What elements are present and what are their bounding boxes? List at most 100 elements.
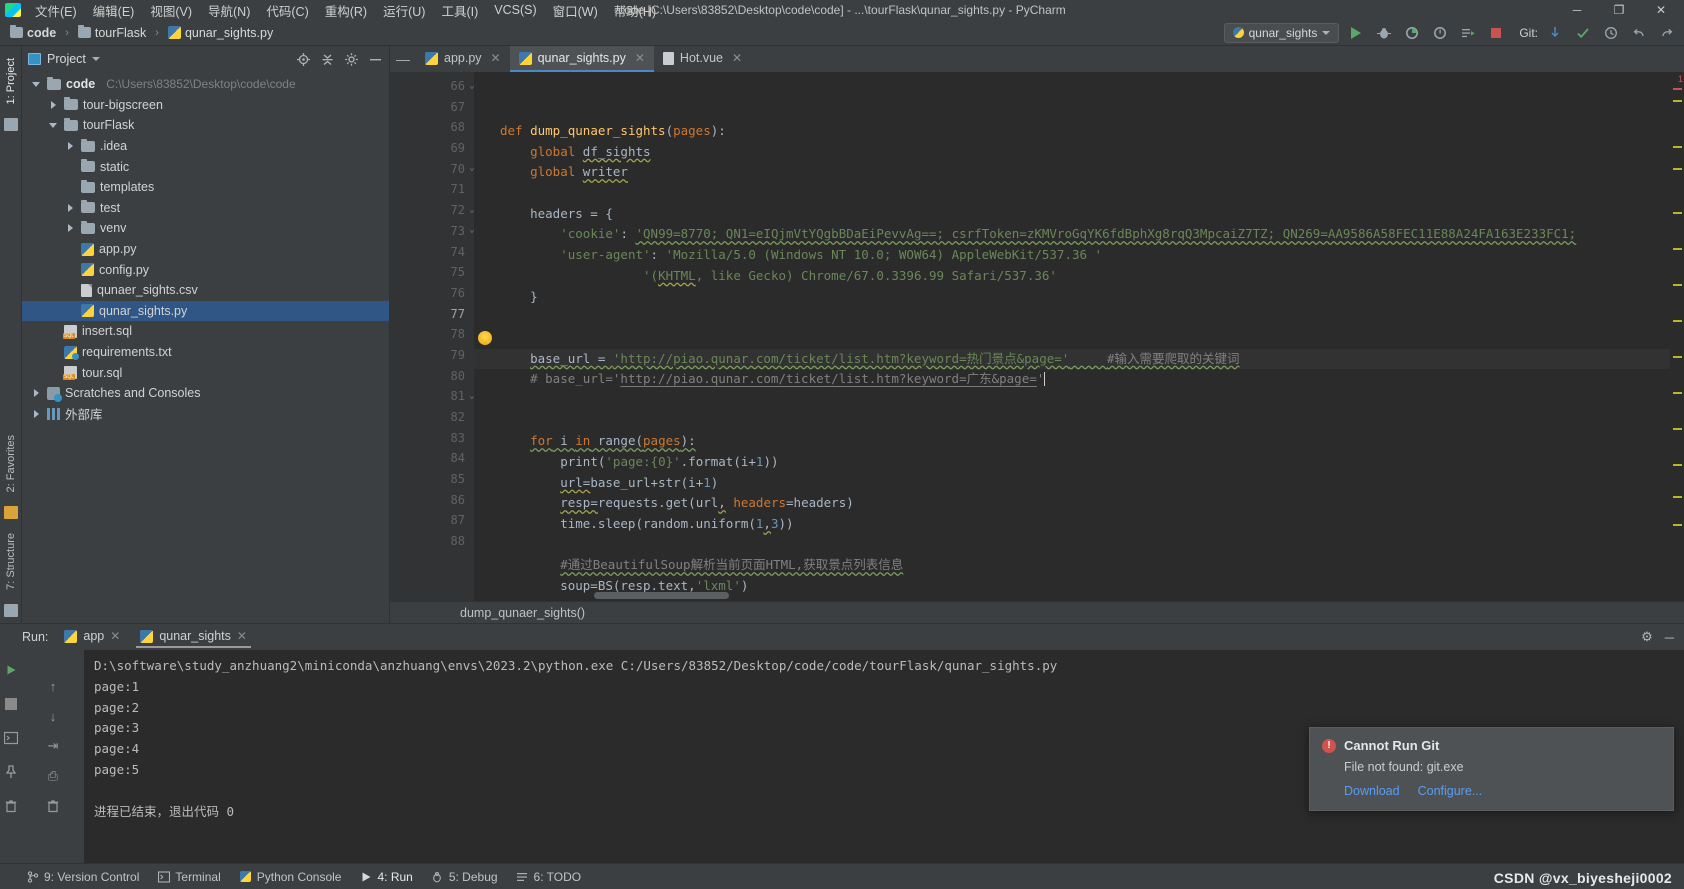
tree-node-static[interactable]: static bbox=[22, 156, 389, 177]
code-line[interactable]: global df_sights bbox=[474, 142, 1670, 163]
warning-marker[interactable] bbox=[1673, 146, 1682, 148]
menu-item-edit[interactable]: 编辑(E) bbox=[85, 0, 143, 22]
tree-node-config-py[interactable]: config.py bbox=[22, 259, 389, 280]
intention-bulb-icon[interactable] bbox=[478, 330, 492, 345]
project-tree[interactable]: code C:\Users\83852\Desktop\code\code tour… bbox=[22, 72, 389, 623]
breadcrumb-item-tourflask[interactable]: tourFlask bbox=[95, 26, 146, 40]
code-line[interactable]: base_url = 'http://piao.qunar.com/ticket… bbox=[474, 348, 1670, 370]
tree-node-insert-sql[interactable]: insert.sql bbox=[22, 321, 389, 342]
project-files-icon[interactable] bbox=[3, 118, 18, 132]
tree-node-test[interactable]: test bbox=[22, 198, 389, 219]
error-marker[interactable] bbox=[1673, 88, 1682, 90]
collapse-all-icon[interactable] bbox=[320, 52, 335, 67]
git-update-button[interactable] bbox=[1544, 23, 1566, 43]
line-number[interactable]: 76 bbox=[404, 283, 465, 304]
close-icon[interactable]: ✕ bbox=[732, 51, 742, 65]
tree-toggle-arrow-icon[interactable] bbox=[32, 409, 42, 419]
run-tab-qunar-sights[interactable]: qunar_sights ✕ bbox=[136, 626, 251, 648]
line-number[interactable]: 82 bbox=[404, 407, 465, 428]
pin-icon[interactable] bbox=[3, 764, 19, 780]
warning-marker[interactable] bbox=[1673, 168, 1682, 170]
menu-item-code[interactable]: 代码(C) bbox=[258, 0, 316, 22]
line-number[interactable]: 81 ⌄ bbox=[404, 386, 475, 407]
tree-node-idea[interactable]: .idea bbox=[22, 136, 389, 157]
tree-node-scratches-and-consoles[interactable]: Scratches and Consoles bbox=[22, 383, 389, 404]
warning-marker[interactable] bbox=[1673, 284, 1682, 286]
git-commit-button[interactable] bbox=[1572, 23, 1594, 43]
profile-button[interactable] bbox=[1429, 23, 1451, 43]
redo-button[interactable] bbox=[1656, 23, 1678, 43]
warning-marker[interactable] bbox=[1673, 320, 1682, 322]
line-number[interactable]: 66 ⌄ bbox=[404, 76, 475, 97]
down-arrow-icon[interactable]: ↓ bbox=[45, 708, 61, 724]
chevron-down-icon[interactable] bbox=[91, 57, 100, 61]
breadcrumb[interactable]: code › tourFlask › qunar_sights.py bbox=[10, 25, 273, 40]
menu-item-navigate[interactable]: 导航(N) bbox=[200, 0, 258, 22]
line-number[interactable]: 67 bbox=[404, 97, 465, 118]
run-coverage-button[interactable] bbox=[1401, 23, 1423, 43]
gear-icon[interactable] bbox=[344, 52, 359, 67]
status-item-terminal[interactable]: Terminal bbox=[157, 870, 221, 884]
error-marker-strip[interactable]: 1 bbox=[1670, 72, 1684, 601]
status-item-debug[interactable]: 5: Debug bbox=[431, 870, 498, 884]
collapse-tabs-icon[interactable]: — bbox=[390, 46, 416, 72]
code-line[interactable]: } bbox=[474, 287, 1670, 308]
line-number[interactable]: 71 bbox=[404, 179, 465, 200]
line-number[interactable]: 70 ⌄ bbox=[404, 159, 475, 180]
tree-node-qunar-sights-py[interactable]: qunar_sights.py bbox=[22, 300, 389, 322]
status-item-python-console[interactable]: Python Console bbox=[239, 870, 341, 884]
up-arrow-icon[interactable]: ↑ bbox=[45, 678, 61, 694]
close-icon[interactable]: ✕ bbox=[110, 629, 120, 643]
tree-node-venv[interactable]: venv bbox=[22, 218, 389, 239]
locate-icon[interactable] bbox=[296, 52, 311, 67]
run-tab-app[interactable]: app ✕ bbox=[60, 626, 124, 648]
history-button[interactable] bbox=[1600, 23, 1622, 43]
tree-node-tour-sql[interactable]: tour.sql bbox=[22, 362, 389, 383]
code-line[interactable] bbox=[474, 183, 1670, 204]
line-number[interactable]: 79 bbox=[404, 345, 465, 366]
line-number[interactable]: 83 bbox=[404, 428, 465, 449]
debug-button[interactable] bbox=[1373, 23, 1395, 43]
warning-marker[interactable] bbox=[1673, 428, 1682, 430]
code-line[interactable]: url=base_url+str(i+1) bbox=[474, 473, 1670, 494]
more-run-options-button[interactable] bbox=[1457, 23, 1479, 43]
code-line[interactable]: '(KHTML, like Gecko) Chrome/67.0.3396.99… bbox=[474, 266, 1670, 287]
line-number[interactable]: 68 bbox=[404, 117, 465, 138]
warning-marker[interactable] bbox=[1673, 464, 1682, 466]
undo-button[interactable] bbox=[1628, 23, 1650, 43]
code-line[interactable]: #通过BeautifulSoup解析当前页面HTML,获取景点列表信息 bbox=[474, 555, 1670, 576]
warning-marker[interactable] bbox=[1673, 248, 1682, 250]
tree-toggle-arrow-icon[interactable] bbox=[66, 223, 76, 233]
soft-wrap-icon[interactable]: ⇥ bbox=[45, 738, 61, 754]
tree-toggle-arrow-icon[interactable] bbox=[66, 141, 76, 151]
tree-node-[interactable]: 外部库 bbox=[22, 404, 389, 425]
code-line[interactable] bbox=[474, 411, 1670, 432]
window-controls[interactable]: ─ ❐ ✕ bbox=[1556, 0, 1684, 20]
tree-node-code[interactable]: code C:\Users\83852\Desktop\code\code bbox=[22, 74, 389, 95]
code-line[interactable]: global writer bbox=[474, 162, 1670, 183]
line-number[interactable]: 86 bbox=[404, 490, 465, 511]
run-minimize-icon[interactable]: ─ bbox=[1665, 630, 1674, 645]
editor-breadcrumb-function[interactable]: dump_qunaer_sights() bbox=[460, 606, 585, 620]
menu-bar[interactable]: 文件(E) 编辑(E) 视图(V) 导航(N) 代码(C) 重构(R) 运行(U… bbox=[27, 0, 664, 22]
line-number[interactable]: 87 bbox=[404, 510, 465, 531]
tree-toggle-arrow-icon[interactable] bbox=[32, 388, 42, 398]
tool-window-tab-structure[interactable]: 7: Structure bbox=[3, 525, 19, 598]
menu-item-help[interactable]: 帮助(H) bbox=[606, 0, 664, 22]
line-number[interactable]: 78 bbox=[404, 324, 465, 345]
horizontal-scrollbar[interactable] bbox=[594, 592, 729, 599]
line-number[interactable]: 69 bbox=[404, 138, 465, 159]
line-number[interactable]: 84 bbox=[404, 448, 465, 469]
tree-node-tourflask[interactable]: tourFlask bbox=[22, 115, 389, 136]
editor-tab-qunar-sights-py[interactable]: qunar_sights.py ✕ bbox=[509, 46, 654, 72]
stop-icon[interactable] bbox=[3, 696, 19, 712]
line-number[interactable]: 74 bbox=[404, 242, 465, 263]
menu-item-tools[interactable]: 工具(I) bbox=[433, 0, 486, 22]
tree-toggle-arrow-icon[interactable] bbox=[32, 79, 42, 89]
warning-marker[interactable] bbox=[1673, 212, 1682, 214]
line-number[interactable]: 73 ⌄ bbox=[404, 221, 475, 242]
structure-icon[interactable] bbox=[3, 604, 18, 617]
line-number[interactable]: 85 bbox=[404, 469, 465, 490]
menu-item-run[interactable]: 运行(U) bbox=[375, 0, 433, 22]
clear-all-icon[interactable] bbox=[45, 798, 61, 814]
